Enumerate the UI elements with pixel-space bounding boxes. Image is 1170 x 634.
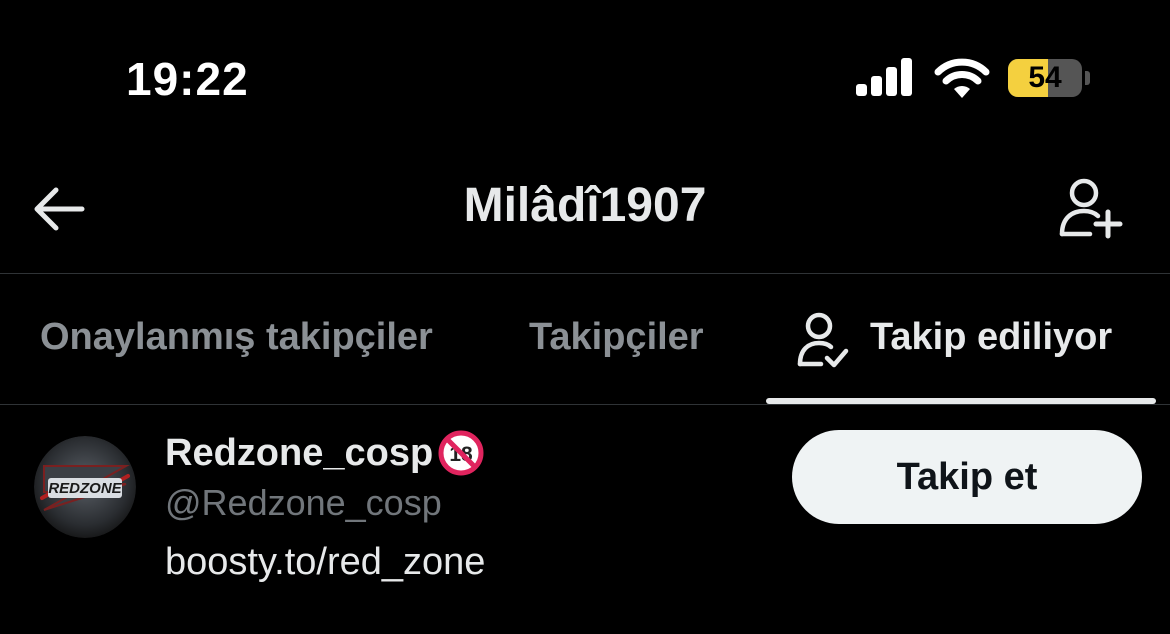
status-time: 19:22 bbox=[126, 53, 249, 105]
header-divider bbox=[0, 273, 1170, 274]
user-check-icon bbox=[797, 312, 849, 368]
avatar[interactable]: REDZONE bbox=[34, 436, 136, 538]
follow-button[interactable]: Takip et bbox=[792, 430, 1142, 524]
battery-icon: 54 bbox=[1008, 59, 1090, 97]
page-title: Milâdî1907 bbox=[463, 179, 707, 232]
wifi-icon bbox=[934, 58, 990, 98]
avatar-logo-text: REDZONE bbox=[48, 480, 122, 497]
user-handle[interactable]: @Redzone_cosp bbox=[165, 482, 442, 524]
tabs-divider bbox=[0, 404, 1170, 405]
battery-percent: 54 bbox=[1028, 61, 1062, 94]
tab-verified-followers[interactable]: Onaylanmış takipçiler bbox=[40, 316, 433, 359]
user-display-name[interactable]: Redzone_cosp bbox=[165, 432, 433, 475]
no-under-18-icon: 18 bbox=[438, 430, 484, 476]
cellular-signal-icon bbox=[856, 58, 912, 96]
add-user-icon[interactable] bbox=[1058, 176, 1124, 240]
user-bio-link[interactable]: boosty.to/red_zone bbox=[165, 541, 485, 584]
battery-cap bbox=[1085, 71, 1090, 85]
tab-followers[interactable]: Takipçiler bbox=[529, 316, 704, 359]
tab-following[interactable]: Takip ediliyor bbox=[870, 316, 1112, 359]
